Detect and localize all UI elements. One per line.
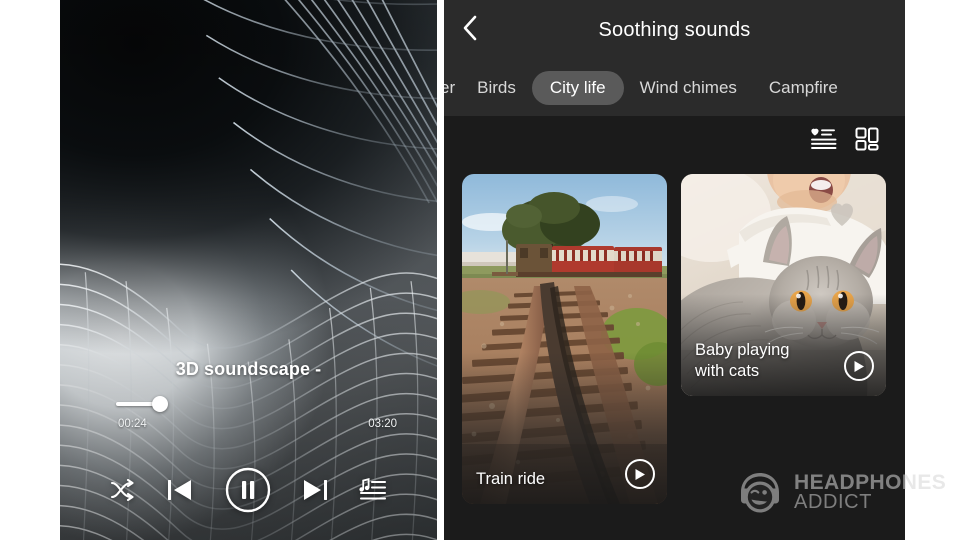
transport-controls	[110, 466, 387, 514]
queue-list-icon[interactable]	[359, 478, 387, 502]
page-title: Soothing sounds	[598, 18, 751, 41]
next-track-icon[interactable]	[302, 478, 329, 502]
screenshot-root: 3D soundscape - 00:24 03:20 Soothing sou…	[0, 0, 960, 540]
card-train-ride[interactable]: Train ride	[462, 174, 667, 504]
total-time: 03:20	[368, 418, 397, 430]
play-icon[interactable]	[844, 351, 874, 381]
card-label-train-ride: Train ride	[476, 470, 546, 489]
music-player-panel: 3D soundscape - 00:24 03:20	[60, 0, 437, 540]
browse-header: Soothing sounds	[444, 0, 905, 60]
chevron-left-icon	[461, 14, 479, 47]
elapsed-time: 00:24	[118, 418, 147, 430]
track-title: 3D soundscape -	[175, 359, 322, 379]
play-icon[interactable]	[625, 459, 655, 489]
tab-partial[interactable]: er	[444, 71, 461, 105]
category-tabs[interactable]: er Birds City life Wind chimes Campfire	[444, 60, 905, 116]
tab-birds[interactable]: Birds	[461, 71, 532, 105]
tab-city-life[interactable]: City life	[531, 71, 624, 105]
tab-wind-chimes[interactable]: Wind chimes	[624, 71, 753, 105]
tab-campfire[interactable]: Campfire	[753, 71, 854, 105]
shuffle-icon[interactable]	[110, 479, 136, 501]
sound-cards-grid: Train ride Baby playing with cats	[444, 162, 905, 504]
card-baby-playing-with-cats[interactable]: Baby playing with cats	[681, 174, 886, 396]
favorites-list-icon[interactable]	[811, 128, 837, 150]
play-pause-icon[interactable]	[224, 466, 272, 514]
player-controls-overlay: 3D soundscape - 00:24 03:20	[60, 359, 437, 540]
progress-knob[interactable]	[152, 396, 168, 412]
grid-view-icon[interactable]	[855, 127, 879, 151]
browse-toolbar	[444, 116, 905, 162]
playback-progress-slider[interactable]	[116, 396, 389, 412]
card-footer: Baby playing with cats	[695, 340, 874, 382]
time-row: 00:24 03:20	[118, 418, 397, 430]
back-button[interactable]	[444, 0, 496, 60]
card-label-baby-playing-with-cats: Baby playing with cats	[695, 341, 790, 381]
previous-track-icon[interactable]	[166, 478, 193, 502]
card-footer: Train ride	[476, 459, 655, 490]
browse-panel: Soothing sounds er Birds City life Wind …	[444, 0, 905, 540]
